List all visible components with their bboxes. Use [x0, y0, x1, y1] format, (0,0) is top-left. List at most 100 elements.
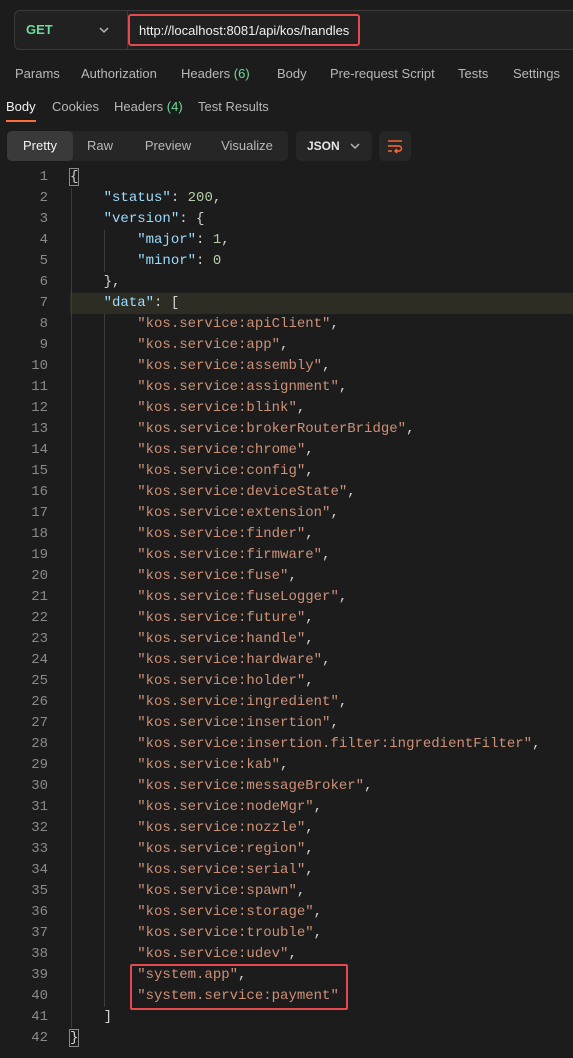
code-text: "kos.service:config", [137, 463, 314, 479]
line-number: 37 [31, 925, 48, 941]
line-number: 31 [31, 799, 48, 815]
line-number: 9 [39, 337, 48, 353]
code-text: "kos.service:assignment", [137, 379, 348, 395]
line-number: 30 [31, 778, 48, 794]
line-number: 16 [31, 484, 48, 500]
code-text: "kos.service:holder", [137, 673, 314, 689]
code-line: 15 "kos.service:config", [0, 461, 573, 482]
line-number: 5 [39, 253, 48, 269]
line-number: 17 [31, 505, 48, 521]
request-tabs: Params Authorization Headers (6) Body Pr… [0, 64, 573, 88]
response-tab-cookies-label: Cookies [52, 99, 99, 114]
tab-pre-request-script[interactable]: Pre-request Script [330, 66, 435, 81]
line-number: 18 [31, 526, 48, 542]
line-number: 26 [31, 694, 48, 710]
code-line: 7 "data": [ [0, 293, 573, 314]
code-text: { [68, 168, 80, 186]
indent-guide [103, 230, 105, 272]
code-text: "kos.service:finder", [137, 526, 314, 542]
line-number: 10 [31, 358, 48, 374]
code-line: 12 "kos.service:blink", [0, 398, 573, 419]
code-text: "major": 1, [137, 232, 230, 248]
url-input[interactable]: http://localhost:8081/api/kos/handles [128, 14, 360, 46]
chevron-down-icon [99, 27, 109, 34]
tab-authorization-label: Authorization [81, 66, 157, 81]
tab-headers-count: (6) [233, 66, 250, 81]
line-number: 4 [39, 232, 48, 248]
response-tab-cookies[interactable]: Cookies [52, 99, 99, 114]
tab-settings-label: Settings [513, 66, 560, 81]
view-preview-button[interactable]: Preview [133, 131, 203, 161]
line-number: 25 [31, 673, 48, 689]
line-number: 35 [31, 883, 48, 899]
response-tab-body[interactable]: Body [6, 99, 36, 114]
line-number: 28 [31, 736, 48, 752]
chevron-down-icon [350, 143, 360, 150]
tab-settings[interactable]: Settings [513, 66, 560, 81]
code-text: "kos.service:ingredient", [137, 694, 348, 710]
line-number: 32 [31, 820, 48, 836]
line-number: 1 [39, 169, 48, 185]
line-number: 14 [31, 442, 48, 458]
line-number: 27 [31, 715, 48, 731]
code-text: ] [103, 1009, 113, 1025]
tab-tests[interactable]: Tests [458, 66, 488, 81]
response-tab-headers-label: Headers [114, 99, 164, 114]
line-number: 33 [31, 841, 48, 857]
method-select[interactable]: GET [15, 11, 128, 49]
code-text: "kos.service:extension", [137, 505, 339, 521]
code-text: "kos.service:nodeMgr", [137, 799, 323, 815]
code-line: 13 "kos.service:brokerRouterBridge", [0, 419, 573, 440]
code-text: }, [103, 274, 121, 290]
code-line: 38 "kos.service:udev", [0, 944, 573, 965]
view-pretty-button[interactable]: Pretty [7, 131, 73, 161]
code-text: "kos.service:insertion", [137, 715, 339, 731]
line-number: 2 [39, 190, 48, 206]
code-text: "kos.service:nozzle", [137, 820, 314, 836]
tab-params-label: Params [15, 66, 60, 81]
tab-authorization[interactable]: Authorization [81, 66, 157, 81]
response-tab-headers[interactable]: Headers (4) [114, 99, 183, 114]
url-text: http://localhost:8081/api/kos/handles [139, 23, 350, 38]
code-line: 5 "minor": 0 [0, 251, 573, 272]
response-tab-test-results[interactable]: Test Results [198, 99, 269, 114]
response-body-editor[interactable]: 1{2 "status": 200, 3 "version": {4 "major… [0, 166, 573, 1058]
code-line: 2 "status": 200, [0, 188, 573, 209]
code-line: 19 "kos.service:firmware", [0, 545, 573, 566]
code-line: 41 ] [0, 1007, 573, 1028]
line-number: 42 [31, 1030, 48, 1046]
code-line: 18 "kos.service:finder", [0, 524, 573, 545]
tab-tests-label: Tests [458, 66, 489, 81]
view-raw-button[interactable]: Raw [75, 131, 125, 161]
tab-params[interactable]: Params [15, 66, 60, 81]
line-number: 22 [31, 610, 48, 626]
code-line: 23 "kos.service:handle", [0, 629, 573, 650]
line-number: 34 [31, 862, 48, 878]
code-line: 16 "kos.service:deviceState", [0, 482, 573, 503]
code-line: 17 "kos.service:extension", [0, 503, 573, 524]
request-bar: GET http://localhost:8081/api/kos/handle… [14, 10, 573, 50]
code-line: 37 "kos.service:trouble", [0, 923, 573, 944]
line-number: 40 [31, 988, 48, 1004]
line-number: 24 [31, 652, 48, 668]
view-visualize-button[interactable]: Visualize [211, 131, 283, 161]
code-line: 28 "kos.service:insertion.filter:ingredi… [0, 734, 573, 755]
tab-headers[interactable]: Headers (6) [181, 66, 250, 81]
code-line: 10 "kos.service:assembly", [0, 356, 573, 377]
code-text: "status": 200, [103, 190, 222, 206]
line-number: 8 [39, 316, 48, 332]
line-number: 21 [31, 589, 48, 605]
tab-body[interactable]: Body [277, 66, 307, 81]
code-text: "kos.service:apiClient", [137, 316, 339, 332]
code-line: 29 "kos.service:kab", [0, 755, 573, 776]
line-number: 36 [31, 904, 48, 920]
code-line: 1{ [0, 167, 573, 188]
active-tab-indicator [6, 120, 36, 122]
wrap-lines-button[interactable] [379, 131, 411, 161]
line-number: 15 [31, 463, 48, 479]
annotation-highlight-box [130, 964, 348, 1010]
code-text: "kos.service:assembly", [137, 358, 331, 374]
format-select[interactable]: JSON [296, 131, 372, 161]
code-line: 34 "kos.service:serial", [0, 860, 573, 881]
wrap-lines-icon [388, 140, 403, 154]
